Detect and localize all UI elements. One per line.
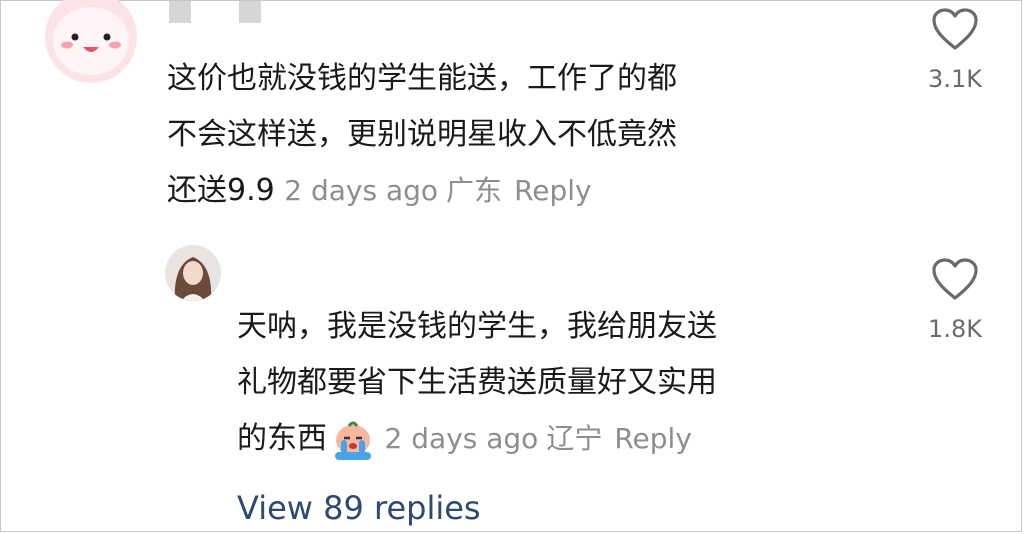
- comment-line: 还送9.9: [167, 173, 275, 208]
- location: 广东: [446, 174, 503, 207]
- user-photo-avatar-icon: [165, 245, 221, 301]
- redacted-username: [169, 1, 191, 23]
- comment-body: 这价也就没钱的学生能送，工作了的都 不会这样送，更别说明星收入不低竟然 还送9.…: [167, 51, 677, 219]
- like-count: 1.8K: [928, 315, 982, 343]
- crying-face-emoji-icon: [335, 421, 371, 460]
- comment-line: 的东西: [237, 421, 327, 456]
- heart-icon: [932, 8, 978, 50]
- avatar[interactable]: [45, 0, 137, 83]
- reply-button[interactable]: Reply: [614, 422, 692, 455]
- reply-button[interactable]: Reply: [514, 174, 592, 207]
- view-replies-link[interactable]: View 89 replies: [237, 489, 481, 527]
- like-button[interactable]: 1.8K: [925, 257, 985, 343]
- comment-meta: 2 days ago 广东 Reply: [284, 174, 599, 207]
- comment-line: 礼物都要省下生活费送质量好又实用: [237, 365, 717, 400]
- cartoon-avatar-icon: [45, 0, 137, 83]
- comment-line: 这价也就没钱的学生能送，工作了的都: [167, 61, 677, 96]
- like-button[interactable]: 3.1K: [925, 7, 985, 93]
- timestamp: 2 days ago: [284, 174, 439, 207]
- location: 辽宁: [546, 422, 603, 455]
- heart-icon: [932, 258, 978, 300]
- comment-line: 不会这样送，更别说明星收入不低竟然: [167, 117, 677, 152]
- comment-body: 天呐，我是没钱的学生，我给朋友送 礼物都要省下生活费送质量好又实用 的东西 2 …: [237, 299, 717, 467]
- comment-meta: 2 days ago 辽宁 Reply: [385, 422, 700, 455]
- redacted-username: [239, 1, 261, 23]
- comment-line: 天呐，我是没钱的学生，我给朋友送: [237, 309, 717, 344]
- like-count: 3.1K: [928, 65, 982, 93]
- comment-thread: 这价也就没钱的学生能送，工作了的都 不会这样送，更别说明星收入不低竟然 还送9.…: [0, 0, 1022, 532]
- avatar[interactable]: [165, 245, 221, 301]
- timestamp: 2 days ago: [384, 422, 539, 455]
